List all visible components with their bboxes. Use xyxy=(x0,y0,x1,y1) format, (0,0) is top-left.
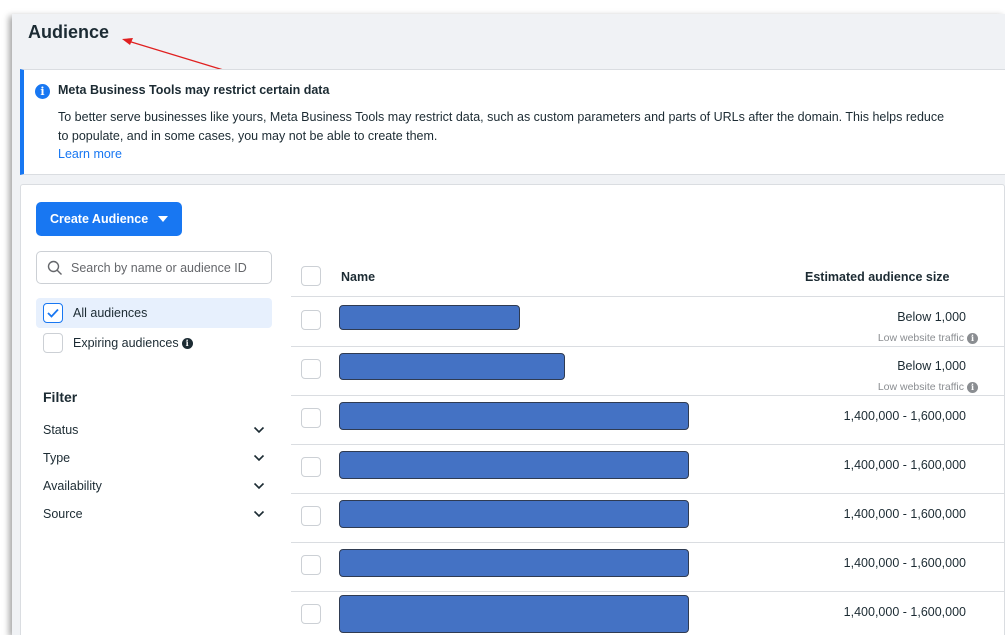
filter-type-label: Type xyxy=(43,451,71,465)
info-icon: i xyxy=(35,84,50,99)
restriction-notice: i Meta Business Tools may restrict certa… xyxy=(20,69,1005,175)
info-icon[interactable]: i xyxy=(967,332,978,344)
chevron-down-icon xyxy=(253,482,265,490)
column-name[interactable]: Name xyxy=(341,270,375,284)
filter-availability[interactable]: Availability xyxy=(43,475,265,497)
redacted-audience-name xyxy=(339,402,689,430)
audience-size: 1,400,000 - 1,600,000 xyxy=(843,409,966,423)
redacted-audience-name xyxy=(339,595,689,633)
create-audience-button[interactable]: Create Audience xyxy=(36,202,182,236)
create-audience-label: Create Audience xyxy=(50,212,149,226)
column-estimated-size[interactable]: Estimated audience size xyxy=(805,270,950,284)
audience-page: Audience i Meta Business Tools may restr… xyxy=(12,14,1005,635)
checkmark-icon xyxy=(47,308,59,318)
expiring-audiences-option[interactable]: Expiring audiences i xyxy=(36,328,272,358)
audience-panel: Create Audience All audiences Expiring a… xyxy=(20,184,1005,635)
redacted-audience-name xyxy=(339,305,520,330)
filter-source[interactable]: Source xyxy=(43,503,265,525)
row-checkbox[interactable] xyxy=(301,457,321,477)
notice-body: To better serve businesses like yours, M… xyxy=(58,110,945,143)
audience-size: 1,400,000 - 1,600,000 xyxy=(843,605,966,619)
audience-size: 1,400,000 - 1,600,000 xyxy=(843,507,966,521)
audience-size: Below 1,000 xyxy=(897,310,966,324)
row-checkbox[interactable] xyxy=(301,604,321,624)
filter-status-label: Status xyxy=(43,423,79,437)
table-row[interactable]: 1,400,000 - 1,600,000 xyxy=(291,543,1005,592)
search-box[interactable] xyxy=(36,251,272,284)
audience-size: 1,400,000 - 1,600,000 xyxy=(843,556,966,570)
expiring-audiences-label: Expiring audiences i xyxy=(73,336,193,350)
redacted-audience-name xyxy=(339,549,689,577)
page-title: Audience xyxy=(28,22,110,42)
caret-down-icon xyxy=(158,216,169,222)
filter-source-label: Source xyxy=(43,507,83,521)
row-checkbox[interactable] xyxy=(301,408,321,428)
chevron-down-icon xyxy=(253,426,265,434)
all-audiences-checkbox[interactable] xyxy=(43,303,63,323)
filter-type[interactable]: Type xyxy=(43,447,265,469)
chevron-down-icon xyxy=(253,510,265,518)
redacted-audience-name xyxy=(339,451,689,479)
table-row[interactable]: Below 1,000 Low website traffic i xyxy=(291,347,1005,396)
notice-title: Meta Business Tools may restrict certain… xyxy=(58,83,330,97)
info-icon[interactable]: i xyxy=(967,381,978,393)
audience-size-note: Low website traffic i xyxy=(878,381,978,393)
expiring-audiences-checkbox[interactable] xyxy=(43,333,63,353)
row-checkbox[interactable] xyxy=(301,506,321,526)
table-header: Name Estimated audience size xyxy=(291,251,1005,297)
all-audiences-option[interactable]: All audiences xyxy=(36,298,272,328)
learn-more-link[interactable]: Learn more xyxy=(58,147,122,161)
audience-size-note: Low website traffic i xyxy=(878,332,978,344)
table-row[interactable]: 1,400,000 - 1,600,000 xyxy=(291,445,1005,494)
row-checkbox[interactable] xyxy=(301,555,321,575)
audience-size: 1,400,000 - 1,600,000 xyxy=(843,458,966,472)
search-input[interactable] xyxy=(71,260,261,275)
chevron-down-icon xyxy=(253,454,265,462)
audience-size: Below 1,000 xyxy=(897,359,966,373)
filter-title: Filter xyxy=(43,389,78,405)
select-all-checkbox[interactable] xyxy=(301,266,321,286)
table-row[interactable]: 1,400,000 - 1,600,000 xyxy=(291,494,1005,543)
table-row[interactable]: Below 1,000 Low website traffic i xyxy=(291,298,1005,347)
row-checkbox[interactable] xyxy=(301,359,321,379)
all-audiences-label: All audiences xyxy=(73,306,148,320)
table-row[interactable]: 1,400,000 - 1,600,000 xyxy=(291,396,1005,445)
info-icon[interactable]: i xyxy=(181,338,193,350)
filter-availability-label: Availability xyxy=(43,479,102,493)
redacted-audience-name xyxy=(339,353,565,380)
search-icon xyxy=(47,260,62,275)
redacted-audience-name xyxy=(339,500,689,528)
filter-status[interactable]: Status xyxy=(43,419,265,441)
table-row[interactable]: 1,400,000 - 1,600,000 xyxy=(291,592,1005,635)
row-checkbox[interactable] xyxy=(301,310,321,330)
